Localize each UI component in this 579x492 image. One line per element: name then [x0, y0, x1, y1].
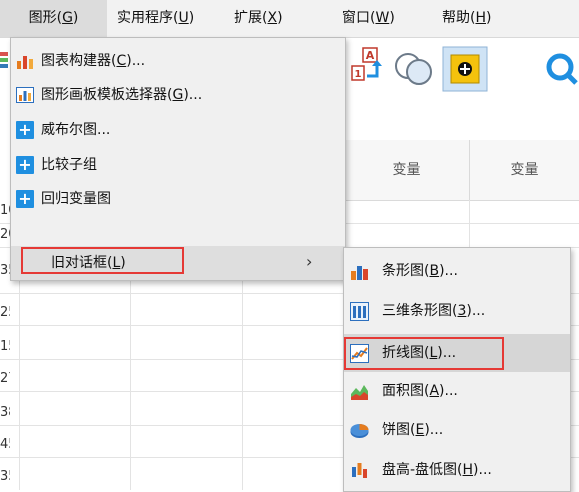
submenu-item-label: 面积图( — [382, 383, 430, 399]
row-number: 35 — [0, 469, 10, 484]
submenu-item-suffix: )... — [424, 422, 444, 438]
menu-item-suffix: )... — [126, 53, 146, 69]
column-header[interactable]: 变量 — [344, 140, 470, 201]
submenu-item-pie-chart[interactable]: 饼图(E)... — [344, 411, 570, 449]
submenu-item-high-low-chart[interactable]: 盘高-盘低图(H)... — [344, 451, 570, 489]
menu-item-label: 回归变量图 — [41, 191, 111, 207]
menu-utilities[interactable]: 实用程序(U) — [117, 0, 194, 37]
row-number: 45 — [0, 437, 10, 452]
use-sets-icon[interactable] — [392, 46, 436, 90]
menu-item-label: 图表构建器( — [41, 53, 117, 69]
menu-item-hotkey: G — [172, 87, 184, 103]
menu-help[interactable]: 帮助(H) — [442, 0, 491, 37]
menu-graphs[interactable]: 图形(G) — [0, 0, 107, 37]
chevron-right-icon: › — [306, 252, 313, 271]
high-low-chart-icon — [350, 461, 369, 480]
menu-item-label: 威布尔图... — [41, 122, 111, 138]
menu-item-label: 图形画板模板选择器( — [41, 87, 173, 103]
submenu-item-hotkey: E — [415, 422, 425, 438]
menu-label: 扩展( — [234, 10, 268, 26]
plus-icon: + — [16, 190, 34, 208]
submenu-item-suffix: )... — [439, 263, 458, 279]
menu-extensions[interactable]: 扩展(X) — [234, 0, 283, 37]
submenu-item-suffix: )... — [439, 383, 458, 399]
search-icon[interactable] — [540, 50, 579, 90]
column-header[interactable]: 变量 — [470, 140, 579, 201]
area-chart-icon — [350, 382, 369, 401]
menu-item-graphboard-template[interactable]: 图形画板模板选择器(G)... — [11, 78, 345, 112]
value-labels-icon[interactable]: A 1 — [349, 46, 385, 86]
add-variable-icon[interactable] — [442, 46, 488, 92]
menu-hotkey: H — [475, 10, 486, 26]
menu-suffix: ) — [188, 10, 195, 26]
menu-item-regression-variable-plots[interactable]: + 回归变量图 — [11, 182, 345, 216]
line-chart-highlight-box — [344, 337, 504, 370]
submenu-item-label: 盘高-盘低图( — [382, 462, 463, 478]
menu-hotkey: W — [375, 10, 390, 26]
row-number: 35 — [0, 263, 10, 278]
menu-suffix: ) — [277, 10, 283, 26]
submenu-item-area-chart[interactable]: 面积图(A)... — [344, 372, 570, 410]
pie-chart-icon — [350, 421, 369, 440]
submenu-item-hotkey: B — [429, 263, 440, 279]
plus-icon: + — [16, 156, 34, 174]
submenu-item-label: 条形图( — [382, 263, 430, 279]
3d-bar-chart-icon — [350, 302, 369, 321]
submenu-item-suffix: )... — [473, 462, 492, 478]
menu-hotkey: U — [178, 10, 189, 26]
plus-icon: + — [16, 121, 34, 139]
menu-item-chart-builder[interactable]: 图表构建器(C)... — [11, 44, 345, 78]
row-number: 27 — [0, 371, 10, 386]
chart-builder-icon — [16, 52, 34, 70]
graphs-dropdown-menu: 图表构建器(C)... 图形画板模板选择器(G)... + 威布尔图... + … — [10, 37, 346, 281]
bar-chart-icon — [350, 262, 369, 281]
toolbar-partial-icon[interactable] — [0, 52, 8, 76]
submenu-item-3d-bar-chart[interactable]: 三维条形图(3)... — [344, 292, 570, 330]
menu-item-hotkey: C — [116, 53, 127, 69]
menu-bar: 图形(G) 实用程序(U) 扩展(X) 窗口(W) 帮助(H) — [0, 0, 579, 38]
svg-text:A: A — [366, 49, 375, 62]
menu-label: 图形( — [28, 10, 63, 26]
menu-label: 实用程序( — [117, 10, 179, 26]
menu-hotkey: X — [267, 10, 278, 26]
submenu-item-hotkey: A — [429, 383, 440, 399]
menu-suffix: ) — [389, 10, 395, 26]
row-number: 38 — [0, 405, 10, 420]
menu-label: 窗口( — [342, 10, 376, 26]
menu-item-label: 比较子组 — [41, 157, 97, 173]
row-number: 20 — [0, 227, 10, 242]
row-number: 15 — [0, 339, 10, 354]
menu-suffix: ) — [72, 10, 79, 26]
menu-window[interactable]: 窗口(W) — [342, 0, 395, 37]
submenu-item-suffix: )... — [466, 303, 486, 319]
row-number: 25 — [0, 305, 10, 320]
submenu-item-bar-chart[interactable]: 条形图(B)... — [344, 252, 570, 290]
menu-suffix: ) — [486, 10, 492, 26]
menu-item-compare-subgroups[interactable]: + 比较子组 — [11, 148, 345, 182]
menu-item-suffix: )... — [183, 87, 203, 103]
submenu-item-hotkey: H — [462, 462, 474, 478]
row-number: 10 — [0, 203, 10, 218]
menu-label: 帮助( — [442, 10, 476, 26]
menu-hotkey: G — [62, 10, 73, 26]
submenu-item-label: 三维条形图( — [382, 303, 458, 319]
graphboard-icon — [16, 86, 34, 104]
menu-item-weibull-plot[interactable]: + 威布尔图... — [11, 113, 345, 147]
svg-text:1: 1 — [355, 69, 362, 80]
submenu-item-label: 饼图( — [382, 422, 416, 438]
legacy-dialogs-highlight-box — [21, 247, 184, 274]
